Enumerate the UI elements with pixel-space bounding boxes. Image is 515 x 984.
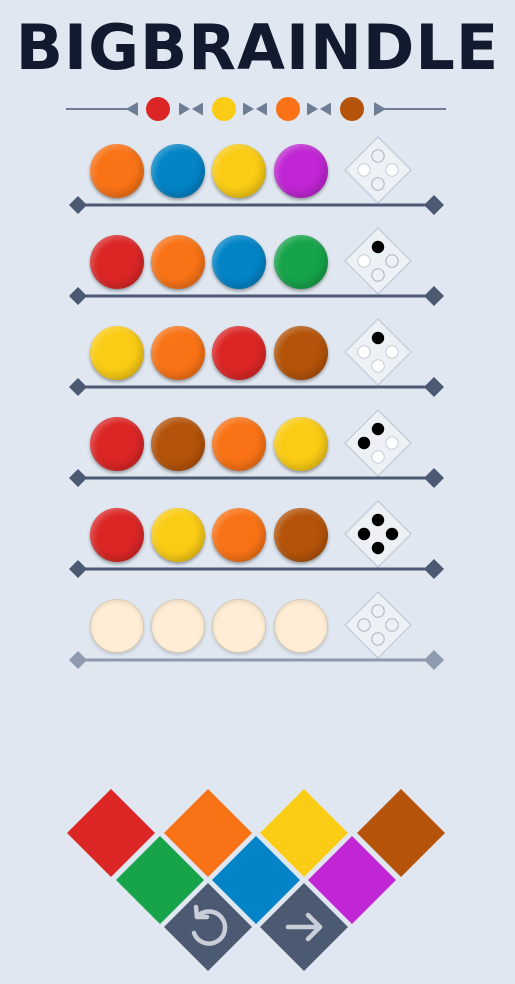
peg-yellow bbox=[274, 417, 328, 471]
feedback-pin-white bbox=[385, 163, 399, 177]
feedback-pin-black bbox=[371, 541, 385, 555]
legend-arrow-left-icon bbox=[126, 102, 138, 116]
feedback-pin-white bbox=[357, 254, 371, 268]
legend-arrow-right-icon bbox=[374, 102, 386, 116]
peg-red bbox=[90, 417, 144, 471]
peg-orange bbox=[212, 417, 266, 471]
peg-orange bbox=[151, 326, 205, 380]
peg-brown bbox=[151, 417, 205, 471]
feedback-pin-white bbox=[371, 450, 385, 464]
feedback-pin-black bbox=[385, 527, 399, 541]
peg-orange bbox=[90, 144, 144, 198]
row-divider bbox=[69, 195, 444, 215]
guess-row bbox=[66, 227, 446, 318]
legend-line-left bbox=[66, 108, 134, 110]
feedback-pin-white bbox=[357, 163, 371, 177]
peg-yellow bbox=[212, 144, 266, 198]
peg-brown bbox=[274, 326, 328, 380]
peg-red bbox=[212, 326, 266, 380]
game-title: BIGBRAINDLE bbox=[15, 11, 500, 84]
row-divider bbox=[69, 377, 444, 397]
empty-peg-slot[interactable] bbox=[90, 599, 144, 653]
feedback-pin-white bbox=[371, 359, 385, 373]
undo-button[interactable] bbox=[164, 883, 252, 971]
empty-peg-slot[interactable] bbox=[151, 599, 205, 653]
peg-red bbox=[90, 508, 144, 562]
peg-brown bbox=[274, 508, 328, 562]
legend-separator-icon bbox=[243, 102, 267, 116]
legend-separator-icon bbox=[307, 102, 331, 116]
peg-purple bbox=[274, 144, 328, 198]
empty-peg-slot[interactable] bbox=[274, 599, 328, 653]
feedback-pin-white bbox=[357, 345, 371, 359]
row-divider bbox=[69, 650, 444, 670]
feedback-pin-black bbox=[371, 331, 385, 345]
legend-line-right bbox=[378, 108, 446, 110]
feedback-pin-white bbox=[385, 345, 399, 359]
peg-orange bbox=[212, 508, 266, 562]
legend-peg-yellow bbox=[212, 97, 236, 121]
solution-legend bbox=[66, 94, 446, 124]
peg-orange bbox=[151, 235, 205, 289]
guess-row bbox=[66, 136, 446, 227]
guess-row bbox=[66, 318, 446, 409]
peg-blue bbox=[151, 144, 205, 198]
feedback-pin-white bbox=[385, 436, 399, 450]
guess-row bbox=[66, 500, 446, 591]
submit-button[interactable] bbox=[260, 883, 348, 971]
row-divider bbox=[69, 468, 444, 488]
legend-peg-orange bbox=[276, 97, 300, 121]
row-divider bbox=[69, 286, 444, 306]
peg-red bbox=[90, 235, 144, 289]
peg-yellow bbox=[90, 326, 144, 380]
guess-row bbox=[66, 591, 446, 682]
feedback-pin-black bbox=[371, 240, 385, 254]
feedback-pin-black bbox=[371, 513, 385, 527]
row-divider bbox=[69, 559, 444, 579]
legend-peg-brown bbox=[340, 97, 364, 121]
guess-row bbox=[66, 409, 446, 500]
peg-yellow bbox=[151, 508, 205, 562]
feedback-pin-black bbox=[371, 422, 385, 436]
empty-peg-slot[interactable] bbox=[212, 599, 266, 653]
legend-peg-red bbox=[146, 97, 170, 121]
legend-separator-icon bbox=[179, 102, 203, 116]
peg-green bbox=[274, 235, 328, 289]
feedback-pin-black bbox=[357, 527, 371, 541]
peg-blue bbox=[212, 235, 266, 289]
color-keypad bbox=[0, 770, 515, 984]
feedback-pin-black bbox=[357, 436, 371, 450]
